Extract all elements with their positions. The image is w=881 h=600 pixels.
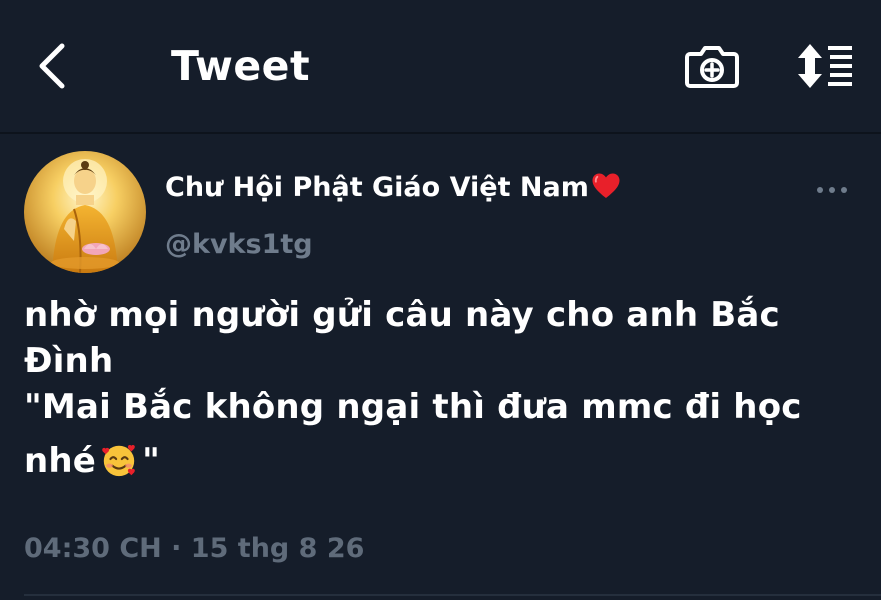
tweet-line-with-emoji: nhé " [24, 438, 874, 491]
author-name[interactable]: Chư Hội Phật Giáo Việt Nam [165, 168, 621, 211]
tweet-line: "Mai Bắc không ngại thì đưa mmc đi học [24, 387, 802, 427]
back-button[interactable] [28, 40, 76, 92]
sort-lines-icon [798, 44, 852, 88]
camera-button[interactable] [684, 40, 740, 92]
top-nav-bar: Tweet [0, 0, 881, 134]
more-options-button[interactable] [812, 178, 852, 202]
buddha-avatar-image [24, 151, 146, 273]
page-title: Tweet [171, 42, 311, 90]
camera-plus-icon [685, 46, 739, 88]
sort-button[interactable] [792, 42, 856, 90]
tweet-line-text: " [142, 441, 160, 481]
more-dots-icon [817, 187, 847, 193]
author-handle[interactable]: @kvks1tg [165, 225, 313, 265]
chevron-left-icon [39, 43, 65, 89]
smiling-face-with-hearts-icon [100, 441, 138, 491]
tweet-line: nhờ mọi người gửi câu này cho anh Bắc [24, 295, 780, 335]
avatar[interactable] [24, 151, 146, 273]
tweet-body: nhờ mọi người gửi câu này cho anh Bắc Đì… [24, 292, 874, 491]
tweet-line-text: nhé [24, 441, 97, 481]
red-heart-icon [591, 171, 621, 211]
author-name-text: Chư Hội Phật Giáo Việt Nam [165, 172, 589, 203]
tweet-line: Đình [24, 341, 114, 381]
divider [24, 594, 881, 596]
tweet-timestamp[interactable]: 04:30 CH · 15 thg 8 26 [24, 529, 364, 569]
